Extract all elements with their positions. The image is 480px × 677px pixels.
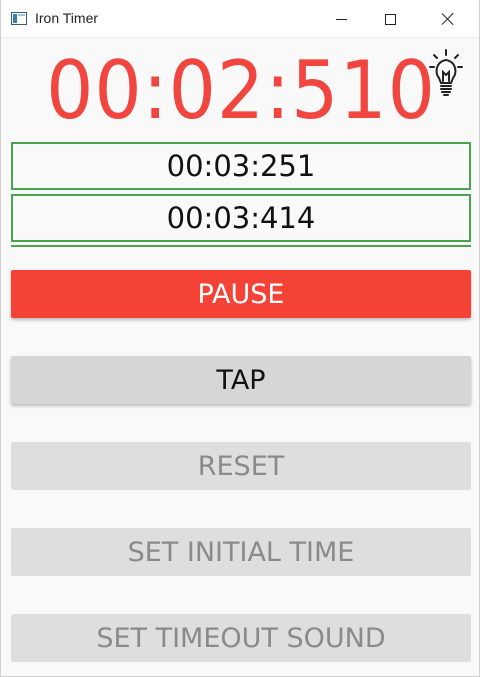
lap-time-2: 00:03:414	[11, 194, 471, 242]
maximize-button[interactable]	[367, 0, 413, 38]
app-window: Iron Timer 00:02:510 00:03:251 00:03:414…	[0, 0, 480, 677]
minimize-icon	[335, 18, 347, 20]
lap-time-1: 00:03:251	[11, 142, 471, 190]
app-window-icon	[11, 12, 27, 25]
close-button[interactable]	[425, 0, 471, 38]
pause-button[interactable]: PAUSE	[11, 270, 471, 318]
lap-divider	[11, 245, 471, 247]
title-bar[interactable]: Iron Timer	[1, 0, 479, 38]
set-timeout-sound-button[interactable]: SET TIMEOUT SOUND	[11, 614, 471, 662]
close-icon	[441, 12, 455, 26]
window-title: Iron Timer	[35, 10, 99, 26]
main-timer-display: 00:02:510	[46, 44, 436, 137]
maximize-icon	[384, 13, 396, 25]
minimize-button[interactable]	[318, 0, 364, 38]
lightbulb-icon[interactable]	[429, 48, 463, 98]
tap-button[interactable]: TAP	[11, 356, 471, 404]
reset-button[interactable]: RESET	[11, 442, 471, 490]
set-initial-time-button[interactable]: SET INITIAL TIME	[11, 528, 471, 576]
